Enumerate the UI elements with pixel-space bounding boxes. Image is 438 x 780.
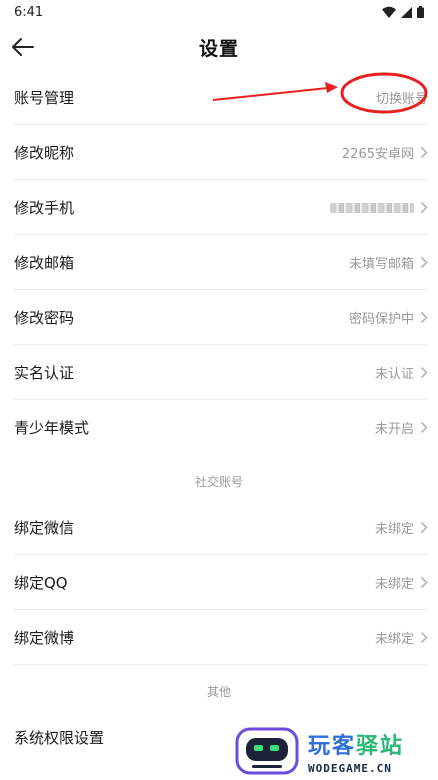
settings-list: 账号管理 切换账号 修改昵称 2265安卓网 修改手机 修改邮箱 未填写邮箱 修… <box>0 70 438 765</box>
verification-value: 未认证 <box>374 367 414 382</box>
status-icons <box>382 6 424 18</box>
row-change-nickname[interactable]: 修改昵称 2265安卓网 <box>0 125 438 180</box>
wechat-bind-status: 未绑定 <box>374 522 414 537</box>
row-bind-qq[interactable]: 绑定QQ 未绑定 <box>0 555 438 610</box>
status-bar: 6:41 <box>0 0 438 24</box>
row-label: 绑定QQ <box>14 574 68 592</box>
row-right: 未认证 <box>375 363 428 382</box>
row-change-phone[interactable]: 修改手机 <box>0 180 438 235</box>
row-label: 账号管理 <box>14 89 75 107</box>
wifi-icon <box>382 6 396 18</box>
row-account-management[interactable]: 账号管理 切换账号 <box>0 70 438 125</box>
row-bind-wechat[interactable]: 绑定微信 未绑定 <box>0 500 438 555</box>
watermark-cn-part1: 玩客 <box>308 733 357 759</box>
back-arrow-icon[interactable] <box>10 34 36 60</box>
chevron-right-icon <box>420 146 428 159</box>
teen-mode-value: 未开启 <box>374 422 414 437</box>
watermark-en: WODEGAME.CN <box>308 761 392 775</box>
section-title-social: 社交账号 <box>194 475 243 489</box>
password-value: 密码保护中 <box>348 312 414 327</box>
watermark-text: 玩客驿站 WODEGAME.CN <box>308 728 404 775</box>
chevron-right-icon <box>420 366 428 379</box>
status-time: 6:41 <box>14 4 44 20</box>
qq-bind-status: 未绑定 <box>374 577 414 592</box>
chevron-right-icon <box>420 421 428 434</box>
battery-icon <box>417 6 424 18</box>
switch-account-value[interactable]: 切换账号 <box>376 88 428 107</box>
chevron-right-icon <box>420 201 428 214</box>
chevron-right-icon <box>420 521 428 534</box>
app-header: 设置 <box>0 24 438 70</box>
watermark-cn: 玩客驿站 <box>308 728 404 760</box>
redacted-phone-number <box>330 202 414 213</box>
row-label: 修改昵称 <box>14 144 75 162</box>
row-label: 修改密码 <box>14 309 75 327</box>
row-right: 未绑定 <box>375 628 428 647</box>
nickname-value: 2265安卓网 <box>341 147 414 162</box>
chevron-right-icon <box>420 256 428 269</box>
row-label: 实名认证 <box>14 364 75 382</box>
row-label: 青少年模式 <box>14 419 90 437</box>
watermark: 玩客驿站 WODEGAME.CN <box>234 722 438 780</box>
row-right: 未填写邮箱 <box>349 253 428 272</box>
weibo-bind-status: 未绑定 <box>374 632 414 647</box>
row-right: 2265安卓网 <box>342 143 428 162</box>
chevron-right-icon <box>420 631 428 644</box>
row-label: 修改手机 <box>14 199 75 217</box>
row-change-email[interactable]: 修改邮箱 未填写邮箱 <box>0 235 438 290</box>
row-teen-mode[interactable]: 青少年模式 未开启 <box>0 400 438 455</box>
cellular-signal-icon <box>401 6 412 18</box>
row-right: 未绑定 <box>375 518 428 537</box>
row-bind-weibo[interactable]: 绑定微博 未绑定 <box>0 610 438 665</box>
row-change-password[interactable]: 修改密码 密码保护中 <box>0 290 438 345</box>
row-right: 未绑定 <box>375 573 428 592</box>
row-label: 绑定微博 <box>14 629 75 647</box>
row-label: 修改邮箱 <box>14 254 75 272</box>
wodegame-logo-icon <box>235 727 299 775</box>
email-value: 未填写邮箱 <box>348 257 414 272</box>
chevron-right-icon <box>420 311 428 324</box>
row-right: 切换账号 <box>376 88 428 107</box>
watermark-cn-part2: 驿站 <box>356 733 405 759</box>
row-label: 系统权限设置 <box>14 729 105 747</box>
section-title-other: 其他 <box>206 685 231 699</box>
row-right: 未开启 <box>375 418 428 437</box>
row-right: 密码保护中 <box>349 308 428 327</box>
row-right <box>330 201 428 214</box>
chevron-right-icon <box>420 576 428 589</box>
row-label: 绑定微信 <box>14 519 75 537</box>
page-title: 设置 <box>198 37 239 60</box>
row-real-name-verification[interactable]: 实名认证 未认证 <box>0 345 438 400</box>
